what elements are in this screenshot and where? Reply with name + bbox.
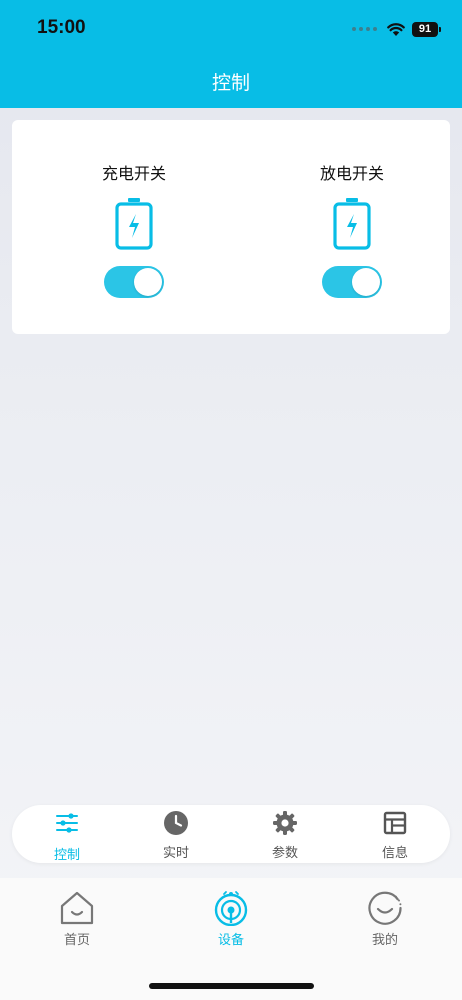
tab-params-label: 参数 [271,846,298,861]
charge-switch-group: 充电开关 [64,120,204,334]
tab-params[interactable]: 参数 [235,805,335,863]
bottom-navigation: 首页 设备 我的 [0,878,462,1000]
status-bar: 15:00 91 [0,0,462,56]
nav-home-label: 首页 [63,933,90,948]
tab-realtime-label: 实时 [162,846,189,861]
nav-mine-label: 我的 [371,933,398,948]
layout-icon [383,811,407,835]
battery-charging-icon [115,198,153,250]
battery-level: 91 [418,23,432,35]
clock-icon [164,811,188,835]
home-indicator[interactable] [149,983,314,989]
page-title: 控制 [211,72,250,94]
charge-toggle[interactable] [104,266,164,298]
battery-icon: 91 [412,21,441,37]
device-signal-icon [214,891,248,926]
battery-charging-icon [333,198,371,250]
sub-tab-bar: 控制 实时 参数 信息 [12,805,450,863]
home-icon [60,891,94,925]
discharge-switch-label: 放电开关 [319,164,384,183]
toggle-knob [352,268,380,296]
tab-realtime[interactable]: 实时 [126,805,226,863]
toggle-knob [134,268,162,296]
status-icons: 91 [352,18,441,40]
tab-control-label: 控制 [53,848,80,863]
switch-card: 充电开关 放电开关 [12,120,450,334]
tab-info[interactable]: 信息 [345,805,445,863]
nav-device-label: 设备 [217,933,244,948]
nav-mine[interactable]: 我的 [335,878,435,953]
gear-icon [273,811,297,835]
smile-icon [368,891,402,925]
nav-device[interactable]: 设备 [181,878,281,953]
tab-control[interactable]: 控制 [17,805,117,863]
wifi-icon [387,23,405,36]
discharge-toggle[interactable] [322,266,382,298]
nav-home[interactable]: 首页 [27,878,127,953]
app-header: 15:00 91 控制 [0,0,462,108]
status-time: 15:00 [37,17,86,38]
discharge-switch-group: 放电开关 [282,120,422,334]
sliders-icon [56,813,78,833]
signal-dots-icon [352,27,377,31]
tab-info-label: 信息 [381,846,408,861]
charge-switch-label: 充电开关 [101,164,166,183]
